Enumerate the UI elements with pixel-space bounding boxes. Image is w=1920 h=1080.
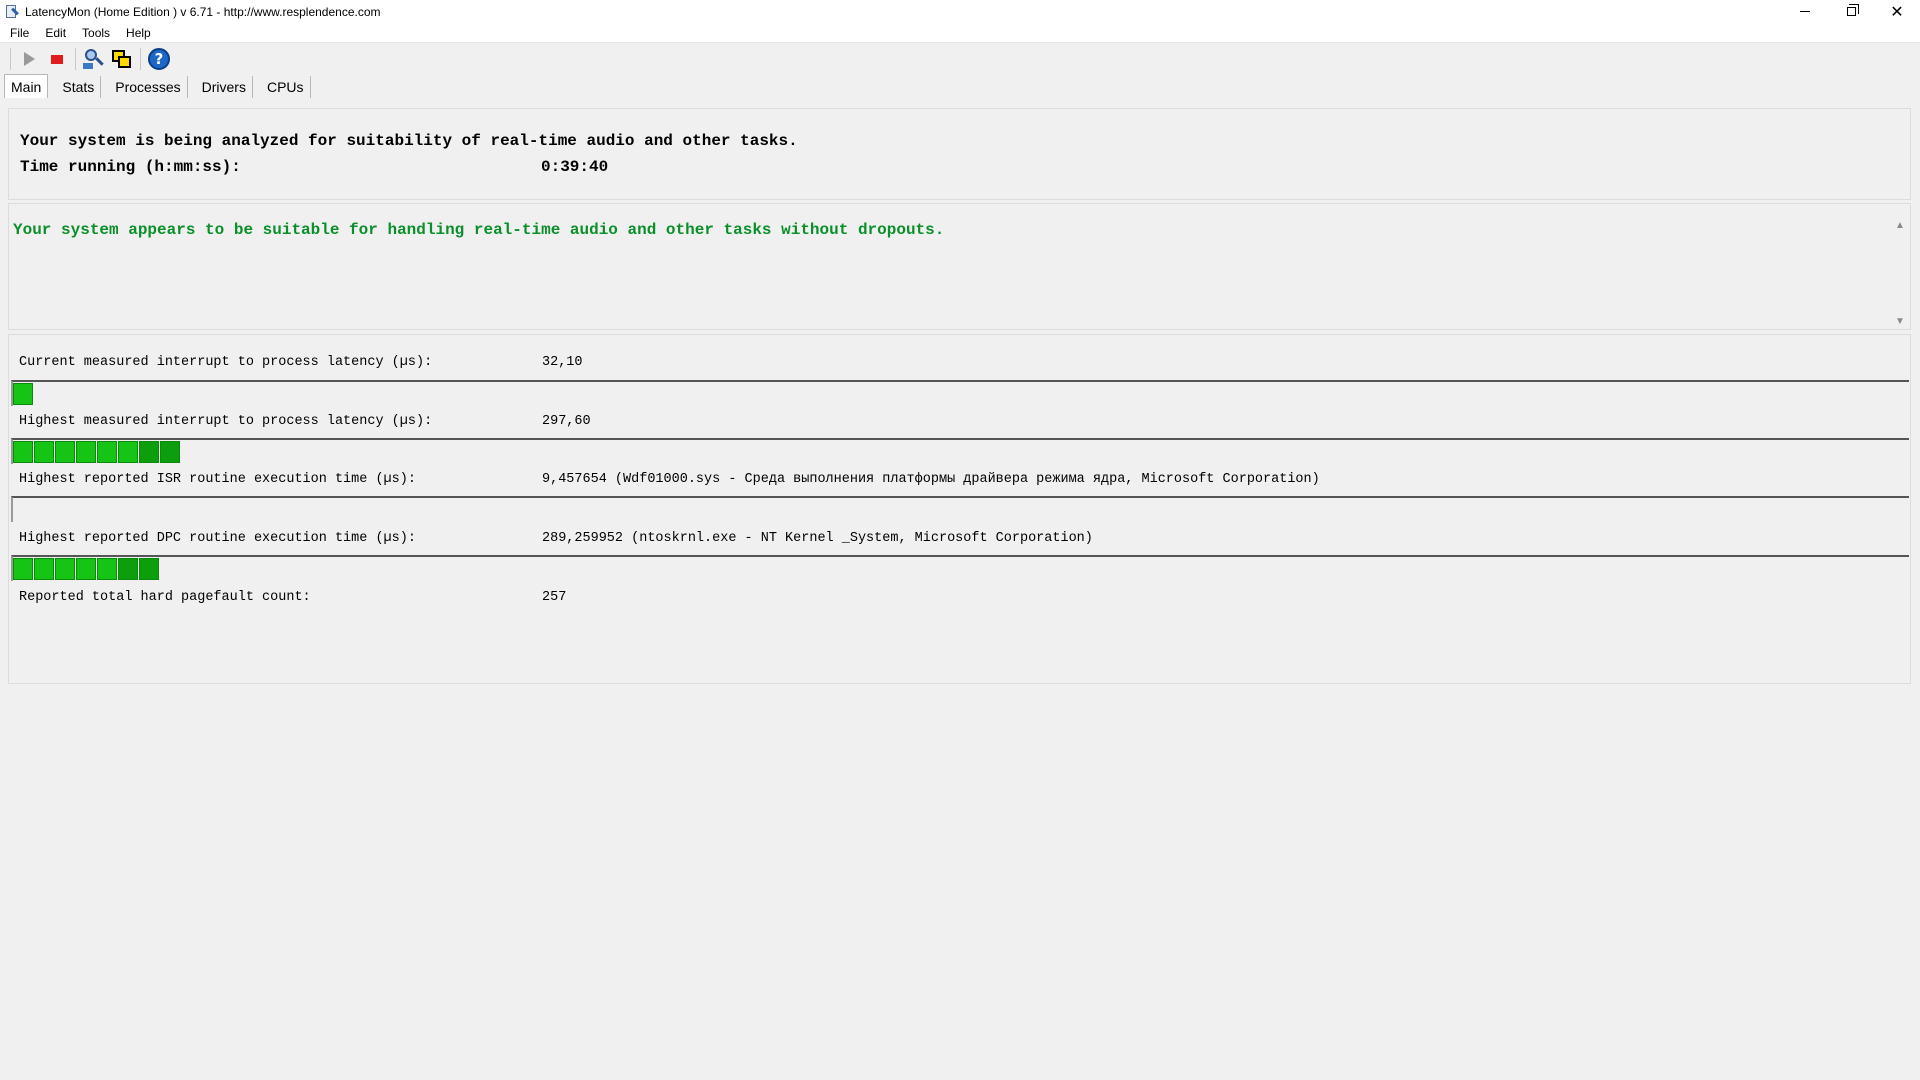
time-running-value: 0:39:40: [541, 158, 609, 176]
latency-bar: [11, 438, 1909, 464]
time-running-label: Time running (h:mm:ss):: [20, 158, 241, 176]
latency-bar: [11, 555, 1909, 581]
stop-icon: [51, 54, 63, 64]
bar-segment: [118, 441, 138, 463]
bar-segment: [13, 558, 33, 580]
menu-edit[interactable]: Edit: [42, 26, 69, 40]
restore-icon: [1846, 4, 1859, 16]
menu-bar: File Edit Tools Help: [0, 23, 1920, 43]
toolbar-separator: [75, 48, 76, 70]
window-controls: ✕: [1782, 0, 1920, 23]
minimize-icon: [1800, 11, 1810, 12]
scroll-down-icon[interactable]: ▼: [1894, 315, 1906, 327]
bar-segment: [13, 383, 33, 405]
bar-segment: [139, 558, 159, 580]
metric-label: Highest reported ISR routine execution t…: [19, 472, 416, 487]
bar-segment: [160, 441, 180, 463]
bar-segment: [55, 441, 75, 463]
bar-segment: [13, 441, 33, 463]
metric-value: 257: [542, 590, 567, 605]
menu-tools[interactable]: Tools: [79, 26, 113, 40]
find-driver-button[interactable]: [80, 46, 108, 72]
tab-strip: Main Stats Processes Drivers CPUs: [4, 74, 319, 98]
help-button[interactable]: ?: [145, 46, 173, 72]
latency-bar: [11, 496, 1909, 522]
metric-label: Highest reported DPC routine execution t…: [19, 531, 416, 546]
latencymon-app-icon: [5, 4, 19, 19]
tab-drivers[interactable]: Drivers: [196, 76, 253, 98]
bar-segment: [55, 558, 75, 580]
find-driver-icon: [83, 48, 105, 70]
tab-processes[interactable]: Processes: [109, 76, 188, 98]
play-icon: [23, 52, 35, 66]
metric-value: 32,10: [542, 355, 583, 370]
bar-segment: [97, 558, 117, 580]
close-icon: ✕: [1890, 3, 1904, 21]
conclusion-panel[interactable]: Your system appears to be suitable for h…: [8, 203, 1911, 330]
bar-segment: [34, 441, 54, 463]
status-panel: Your system is being analyzed for suitab…: [8, 108, 1911, 200]
metric-value: 297,60: [542, 414, 591, 429]
window-title: LatencyMon (Home Edition ) v 6.71 - http…: [25, 4, 381, 19]
tab-main[interactable]: Main: [4, 74, 49, 98]
metric-label: Reported total hard pagefault count:: [19, 590, 311, 605]
metrics-panel: Current measured interrupt to process la…: [8, 334, 1911, 684]
tab-cpus[interactable]: CPUs: [261, 76, 311, 98]
bar-segment: [34, 558, 54, 580]
scroll-up-icon[interactable]: ▲: [1894, 219, 1906, 231]
toolbar-grip: [10, 48, 11, 70]
toolbar: ?: [0, 44, 1920, 74]
bar-segment: [139, 441, 159, 463]
windows-button[interactable]: [108, 46, 136, 72]
title-bar: LatencyMon (Home Edition ) v 6.71 - http…: [0, 0, 1920, 23]
toolbar-separator: [140, 48, 141, 70]
metric-value: 289,259952 (ntoskrnl.exe - NT Kernel _Sy…: [542, 531, 1093, 546]
start-button[interactable]: [15, 46, 43, 72]
windows-icon: [111, 48, 133, 70]
conclusion-message: Your system appears to be suitable for h…: [13, 221, 945, 239]
close-button[interactable]: ✕: [1874, 0, 1920, 23]
bar-segment: [118, 558, 138, 580]
minimize-button[interactable]: [1782, 0, 1828, 23]
latency-bar: [11, 380, 1909, 406]
tab-stats[interactable]: Stats: [56, 76, 102, 98]
analyze-text: Your system is being analyzed for suitab…: [20, 132, 798, 150]
menu-help[interactable]: Help: [123, 26, 154, 40]
menu-file[interactable]: File: [7, 26, 32, 40]
bar-segment: [76, 441, 96, 463]
metric-label: Highest measured interrupt to process la…: [19, 414, 433, 429]
bar-segment: [76, 558, 96, 580]
stop-button[interactable]: [43, 46, 71, 72]
help-icon: ?: [148, 48, 170, 70]
bar-segment: [97, 441, 117, 463]
metric-label: Current measured interrupt to process la…: [19, 355, 433, 370]
metric-value: 9,457654 (Wdf01000.sys - Среда выполнени…: [542, 472, 1320, 487]
restore-button[interactable]: [1828, 0, 1874, 23]
